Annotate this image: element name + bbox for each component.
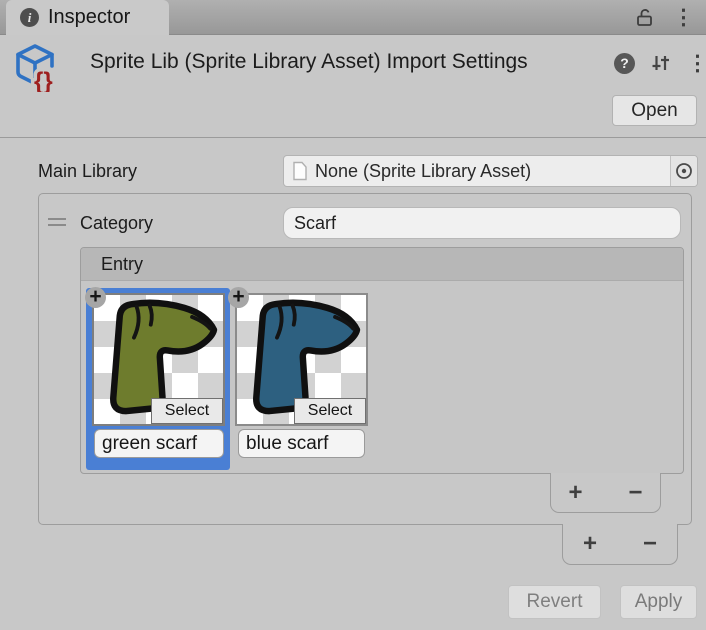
- entry-remove-button[interactable]: −: [623, 481, 649, 505]
- inspector-window: i Inspector ⋮ {} Sprite Lib (Sprite Libr…: [0, 0, 706, 630]
- category-label: Category: [80, 213, 153, 234]
- entry-add-button[interactable]: +: [562, 481, 588, 505]
- tab-menu-kebab-icon[interactable]: ⋮: [673, 7, 694, 28]
- entry-header: Entry: [81, 248, 683, 281]
- sprite-library-asset-icon: {}: [12, 42, 58, 92]
- select-button[interactable]: Select: [151, 398, 223, 424]
- main-library-object-field[interactable]: None (Sprite Library Asset): [283, 155, 698, 187]
- page-title: Sprite Lib (Sprite Library Asset) Import…: [90, 50, 610, 78]
- main-library-label: Main Library: [38, 161, 137, 182]
- select-button[interactable]: Select: [294, 398, 366, 424]
- header-separator: [0, 137, 706, 138]
- header-kebab-icon[interactable]: ⋮: [687, 53, 706, 74]
- sprite-name-input-green[interactable]: green scarf: [94, 429, 224, 458]
- category-add-button[interactable]: +: [577, 532, 603, 556]
- sprite-thumbnail-green[interactable]: Select: [92, 293, 225, 426]
- main-library-value: None (Sprite Library Asset): [315, 161, 670, 182]
- category-name-input[interactable]: Scarf: [283, 207, 681, 239]
- sprite-cell-green-scarf[interactable]: + Select green scarf: [86, 288, 230, 470]
- presets-icon[interactable]: [650, 52, 672, 74]
- tab-bar: i Inspector ⋮: [0, 0, 706, 35]
- info-icon: i: [20, 8, 39, 27]
- open-button[interactable]: Open: [612, 95, 697, 126]
- category-remove-button[interactable]: −: [637, 532, 663, 556]
- add-sprite-icon[interactable]: +: [228, 287, 249, 308]
- entry-header-label: Entry: [101, 254, 143, 275]
- sprite-cell-blue-scarf[interactable]: + Select blue scarf: [229, 288, 373, 470]
- file-icon: [292, 161, 308, 181]
- tab-inspector[interactable]: i Inspector: [6, 0, 169, 35]
- add-sprite-icon[interactable]: +: [85, 287, 106, 308]
- tab-title: Inspector: [48, 6, 130, 29]
- sprite-name-input-blue[interactable]: blue scarf: [238, 429, 365, 458]
- category-drag-handle[interactable]: [48, 218, 66, 226]
- sprite-thumbnail-blue[interactable]: Select: [235, 293, 368, 426]
- object-picker-icon[interactable]: [670, 156, 697, 186]
- category-list-footer: + −: [562, 524, 678, 565]
- help-icon[interactable]: ?: [614, 53, 635, 74]
- svg-text:{}: {}: [34, 68, 53, 92]
- apply-button[interactable]: Apply: [620, 585, 697, 619]
- revert-button[interactable]: Revert: [508, 585, 601, 619]
- entry-list-footer: + −: [550, 473, 661, 513]
- unlock-icon[interactable]: [634, 7, 655, 28]
